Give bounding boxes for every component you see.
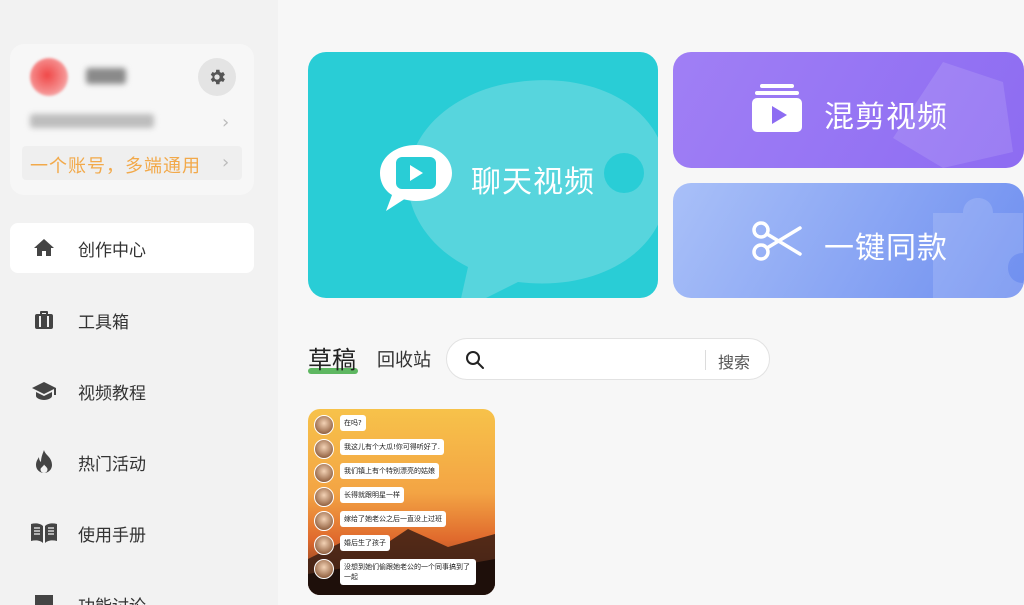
- promo-text: 一个账号，多端通用: [30, 156, 201, 177]
- sidebar-item-label: 工具箱: [78, 312, 129, 333]
- main-content: 聊天视频 混剪视频 一键同款 草稿 回收站 搜索 在吗? 我这儿有个大瓜!你可得…: [278, 0, 1024, 605]
- message-bubble: 我们镇上有个特别漂亮的姑娘: [340, 463, 439, 479]
- username-redacted: [86, 68, 126, 84]
- message-bubble: 在吗?: [340, 415, 366, 431]
- chat-message: 长得就跟明星一样: [314, 487, 404, 507]
- chevron-right-icon[interactable]: ›: [222, 152, 229, 173]
- book-icon: [30, 519, 58, 547]
- flame-icon: [30, 448, 58, 476]
- chat-icon: [30, 590, 58, 605]
- sidebar-item-label: 功能讨论: [78, 592, 146, 605]
- chat-message: 嫁给了她老公之后一直没上过班: [314, 511, 446, 531]
- avatar: [314, 439, 334, 459]
- sidebar-item-video-tutorials[interactable]: 视频教程: [10, 366, 254, 416]
- sidebar-item-toolbox[interactable]: 工具箱: [10, 295, 254, 345]
- chat-message: 在吗?: [314, 415, 366, 435]
- avatar[interactable]: [30, 58, 68, 96]
- chat-message: 没想到她们偷跟她老公的一个同事搞到了一起: [314, 559, 476, 585]
- video-chat-icon: [380, 145, 452, 211]
- sidebar-item-hot-events[interactable]: 热门活动: [10, 437, 254, 487]
- avatar: [314, 511, 334, 531]
- message-bubble: 没想到她们偷跟她老公的一个同事搞到了一起: [340, 559, 476, 585]
- message-bubble: 长得就跟明星一样: [340, 487, 404, 503]
- account-id-redacted: [30, 114, 154, 128]
- message-bubble: 嫁给了她老公之后一直没上过班: [340, 511, 446, 527]
- avatar: [314, 487, 334, 507]
- chat-message: 我们镇上有个特别漂亮的姑娘: [314, 463, 439, 483]
- search-input[interactable]: [491, 347, 697, 373]
- message-bubble: 婚后生了孩子: [340, 535, 390, 551]
- chat-video-title: 聊天视频: [471, 165, 595, 200]
- toolbox-icon: [30, 306, 58, 334]
- avatar: [314, 415, 334, 435]
- avatar: [314, 463, 334, 483]
- sidebar-item-label: 热门活动: [78, 454, 146, 475]
- draft-thumbnail[interactable]: 在吗? 我这儿有个大瓜!你可得听好了. 我们镇上有个特别漂亮的姑娘 长得就跟明星…: [308, 409, 495, 595]
- sidebar: › 一个账号，多端通用 › 创作中心 工具箱 视频教程 热门活动 使用手册: [0, 0, 278, 605]
- sidebar-item-discussion[interactable]: 功能讨论: [10, 579, 254, 605]
- video-clip-icon: [752, 84, 802, 132]
- search-button[interactable]: 搜索: [718, 349, 750, 373]
- chat-message: 我这儿有个大瓜!你可得听好了.: [314, 439, 445, 459]
- mix-video-title: 混剪视频: [824, 100, 948, 135]
- settings-button[interactable]: [198, 58, 236, 96]
- chat-message: 婚后生了孩子: [314, 535, 390, 555]
- sidebar-item-label: 视频教程: [78, 383, 146, 404]
- promo-banner[interactable]: 一个账号，多端通用: [22, 146, 242, 180]
- search-box: 搜索: [446, 338, 770, 380]
- message-bubble: 我这儿有个大瓜!你可得听好了.: [340, 439, 445, 455]
- sidebar-item-user-manual[interactable]: 使用手册: [10, 508, 254, 558]
- chat-video-card[interactable]: 聊天视频: [308, 52, 658, 298]
- avatar: [314, 559, 334, 579]
- search-divider: [705, 350, 706, 370]
- tab-recycle-bin[interactable]: 回收站: [377, 346, 431, 372]
- scissors-icon: [752, 221, 802, 261]
- tab-draft[interactable]: 草稿: [308, 340, 356, 375]
- mix-video-card[interactable]: 混剪视频: [673, 52, 1024, 168]
- sidebar-item-creation-center[interactable]: 创作中心: [10, 223, 254, 273]
- sidebar-item-label: 使用手册: [78, 525, 146, 546]
- sidebar-item-label: 创作中心: [78, 240, 146, 261]
- one-click-clone-card[interactable]: 一键同款: [673, 183, 1024, 298]
- home-icon: [30, 234, 58, 262]
- chevron-right-icon[interactable]: ›: [222, 112, 229, 133]
- one-click-clone-title: 一键同款: [824, 231, 948, 266]
- search-icon: [466, 351, 484, 369]
- graduation-cap-icon: [30, 377, 58, 405]
- gear-icon: [210, 69, 225, 85]
- avatar: [314, 535, 334, 555]
